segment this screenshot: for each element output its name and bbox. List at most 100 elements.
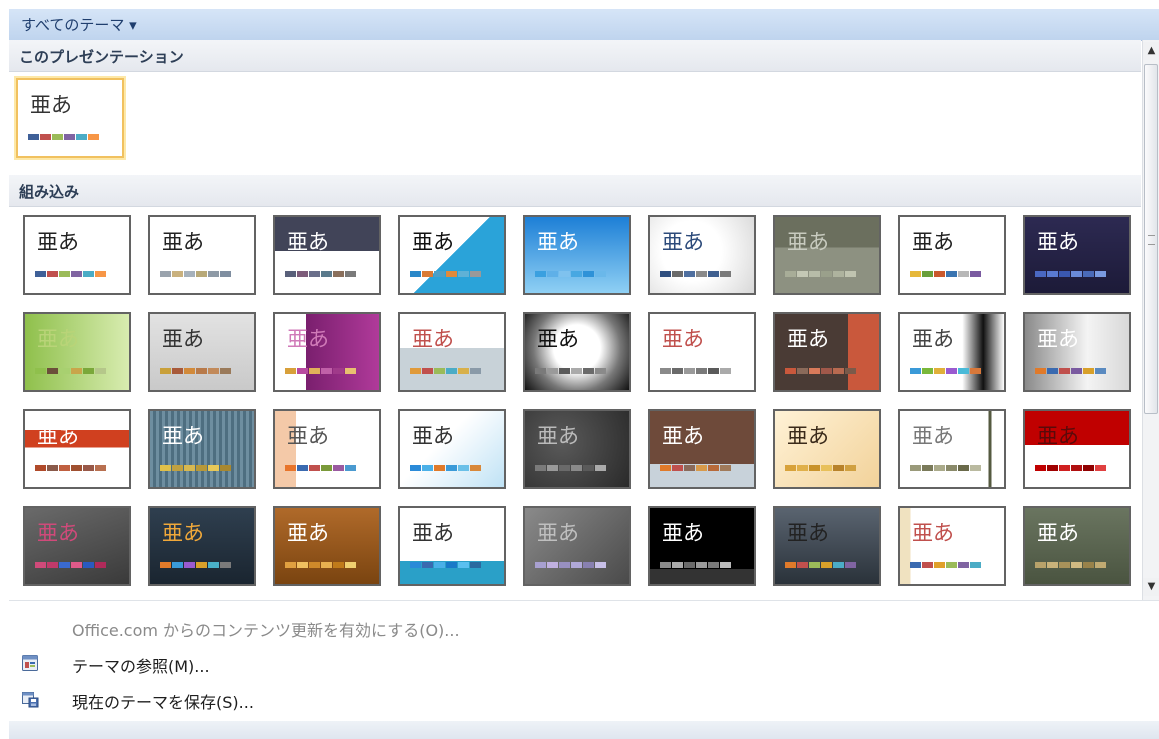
tile-sample-text: 亜あ bbox=[787, 521, 829, 545]
tile-sample-text: 亜あ bbox=[287, 521, 329, 545]
tile-background bbox=[400, 508, 504, 584]
tile-sample-text: 亜あ bbox=[662, 327, 704, 351]
tile-color-swatches bbox=[785, 368, 856, 374]
color-swatch bbox=[172, 465, 183, 471]
scroll-down-arrow-icon[interactable]: ▼ bbox=[1143, 578, 1159, 596]
theme-tile[interactable]: 亜あ bbox=[648, 215, 756, 295]
theme-tile[interactable]: 亜あ bbox=[23, 215, 131, 295]
gallery-resize-bar[interactable] bbox=[9, 721, 1159, 739]
theme-tile[interactable]: 亜あ bbox=[523, 506, 631, 586]
theme-tile[interactable]: 亜あ bbox=[1023, 312, 1131, 392]
theme-tile[interactable]: 亜あ bbox=[523, 409, 631, 489]
color-swatch bbox=[345, 465, 356, 471]
theme-tile[interactable]: 亜あ bbox=[23, 506, 131, 586]
theme-tile[interactable]: 亜あ bbox=[398, 312, 506, 392]
color-swatch bbox=[83, 562, 94, 568]
color-swatch bbox=[934, 368, 945, 374]
tile-sample-text: 亜あ bbox=[412, 230, 454, 254]
theme-filter-bar[interactable]: すべてのテーマ ▾ bbox=[9, 9, 1159, 41]
color-swatch bbox=[196, 368, 207, 374]
theme-tile[interactable]: 亜あ bbox=[1023, 409, 1131, 489]
theme-tile[interactable]: 亜あ bbox=[398, 409, 506, 489]
theme-tile[interactable]: 亜あ bbox=[648, 312, 756, 392]
theme-tile[interactable]: 亜あ bbox=[148, 409, 256, 489]
theme-tile[interactable]: 亜あ bbox=[148, 506, 256, 586]
color-swatch bbox=[559, 368, 570, 374]
color-swatch bbox=[160, 562, 171, 568]
tile-color-swatches bbox=[535, 465, 606, 471]
all-themes-dropdown[interactable]: すべてのテーマ ▾ bbox=[21, 14, 137, 35]
theme-tile[interactable]: 亜あ bbox=[1023, 215, 1131, 295]
tile-color-swatches bbox=[660, 368, 731, 374]
color-swatch bbox=[1047, 465, 1058, 471]
tile-background bbox=[650, 508, 754, 584]
color-swatch bbox=[922, 562, 933, 568]
theme-tile[interactable]: 亜あ bbox=[273, 312, 381, 392]
tile-color-swatches bbox=[785, 271, 856, 277]
color-swatch bbox=[660, 562, 671, 568]
theme-tile[interactable]: 亜あ bbox=[23, 312, 131, 392]
theme-tile[interactable]: 亜あ bbox=[898, 409, 1006, 489]
color-swatch bbox=[809, 368, 820, 374]
theme-tile[interactable]: 亜あ bbox=[648, 409, 756, 489]
theme-tile[interactable]: 亜あ bbox=[773, 409, 881, 489]
scroll-up-arrow-icon[interactable]: ▲ bbox=[1143, 42, 1159, 60]
theme-tile[interactable]: 亜あ bbox=[773, 312, 881, 392]
color-swatch bbox=[422, 562, 433, 568]
theme-tile[interactable]: 亜あ bbox=[773, 506, 881, 586]
theme-tile[interactable]: 亜あ bbox=[898, 215, 1006, 295]
theme-tile[interactable]: 亜あ bbox=[898, 506, 1006, 586]
theme-tile[interactable]: 亜あ bbox=[148, 215, 256, 295]
theme-tile[interactable]: 亜あ bbox=[523, 312, 631, 392]
color-swatch bbox=[1071, 465, 1082, 471]
color-swatch bbox=[934, 271, 945, 277]
color-swatch bbox=[660, 271, 671, 277]
color-swatch bbox=[910, 271, 921, 277]
theme-tile[interactable]: 亜あ bbox=[523, 215, 631, 295]
tile-sample-text: 亜あ bbox=[537, 521, 579, 545]
color-swatch bbox=[309, 271, 320, 277]
current-theme-tile[interactable]: 亜あ bbox=[16, 78, 124, 158]
tile-sample-text: 亜あ bbox=[662, 521, 704, 545]
color-swatch bbox=[1035, 562, 1046, 568]
menu-item-label: Office.com からのコンテンツ更新を有効にする(O)... bbox=[72, 621, 460, 640]
color-swatch bbox=[595, 368, 606, 374]
theme-tile[interactable]: 亜あ bbox=[1023, 506, 1131, 586]
color-swatch bbox=[595, 271, 606, 277]
gallery-scrollbar[interactable]: ▲ ▼ bbox=[1142, 40, 1159, 600]
color-swatch bbox=[1035, 465, 1046, 471]
theme-tile[interactable]: 亜あ bbox=[23, 409, 131, 489]
tile-background bbox=[525, 508, 629, 584]
color-swatch bbox=[59, 271, 70, 277]
color-swatch bbox=[434, 465, 445, 471]
theme-tile[interactable]: 亜あ bbox=[273, 215, 381, 295]
color-swatch bbox=[535, 562, 546, 568]
theme-tile[interactable]: 亜あ bbox=[273, 506, 381, 586]
color-swatch bbox=[196, 271, 207, 277]
theme-tile[interactable]: 亜あ bbox=[773, 215, 881, 295]
browse-themes-item[interactable]: テーマの参照(M)... bbox=[9, 646, 1159, 680]
theme-tile[interactable]: 亜あ bbox=[398, 215, 506, 295]
tile-background bbox=[1025, 217, 1129, 293]
theme-tile[interactable]: 亜あ bbox=[398, 506, 506, 586]
theme-tile[interactable]: 亜あ bbox=[648, 506, 756, 586]
color-swatch bbox=[422, 368, 433, 374]
tile-background bbox=[400, 314, 504, 390]
theme-tile[interactable]: 亜あ bbox=[148, 312, 256, 392]
enable-content-updates-item: Office.com からのコンテンツ更新を有効にする(O)... bbox=[9, 610, 1159, 644]
color-swatch bbox=[708, 271, 719, 277]
color-swatch bbox=[970, 368, 981, 374]
color-swatch bbox=[535, 271, 546, 277]
color-swatch bbox=[1083, 465, 1094, 471]
color-swatch bbox=[571, 271, 582, 277]
color-swatch bbox=[1071, 562, 1082, 568]
tile-color-swatches bbox=[535, 562, 606, 568]
theme-tile[interactable]: 亜あ bbox=[273, 409, 381, 489]
theme-tile[interactable]: 亜あ bbox=[898, 312, 1006, 392]
color-swatch bbox=[220, 465, 231, 471]
color-swatch bbox=[797, 465, 808, 471]
color-swatch bbox=[595, 465, 606, 471]
save-current-theme-item[interactable]: 現在のテーマを保存(S)... bbox=[9, 682, 1159, 716]
scroll-thumb[interactable] bbox=[1144, 64, 1158, 414]
color-swatch bbox=[208, 562, 219, 568]
